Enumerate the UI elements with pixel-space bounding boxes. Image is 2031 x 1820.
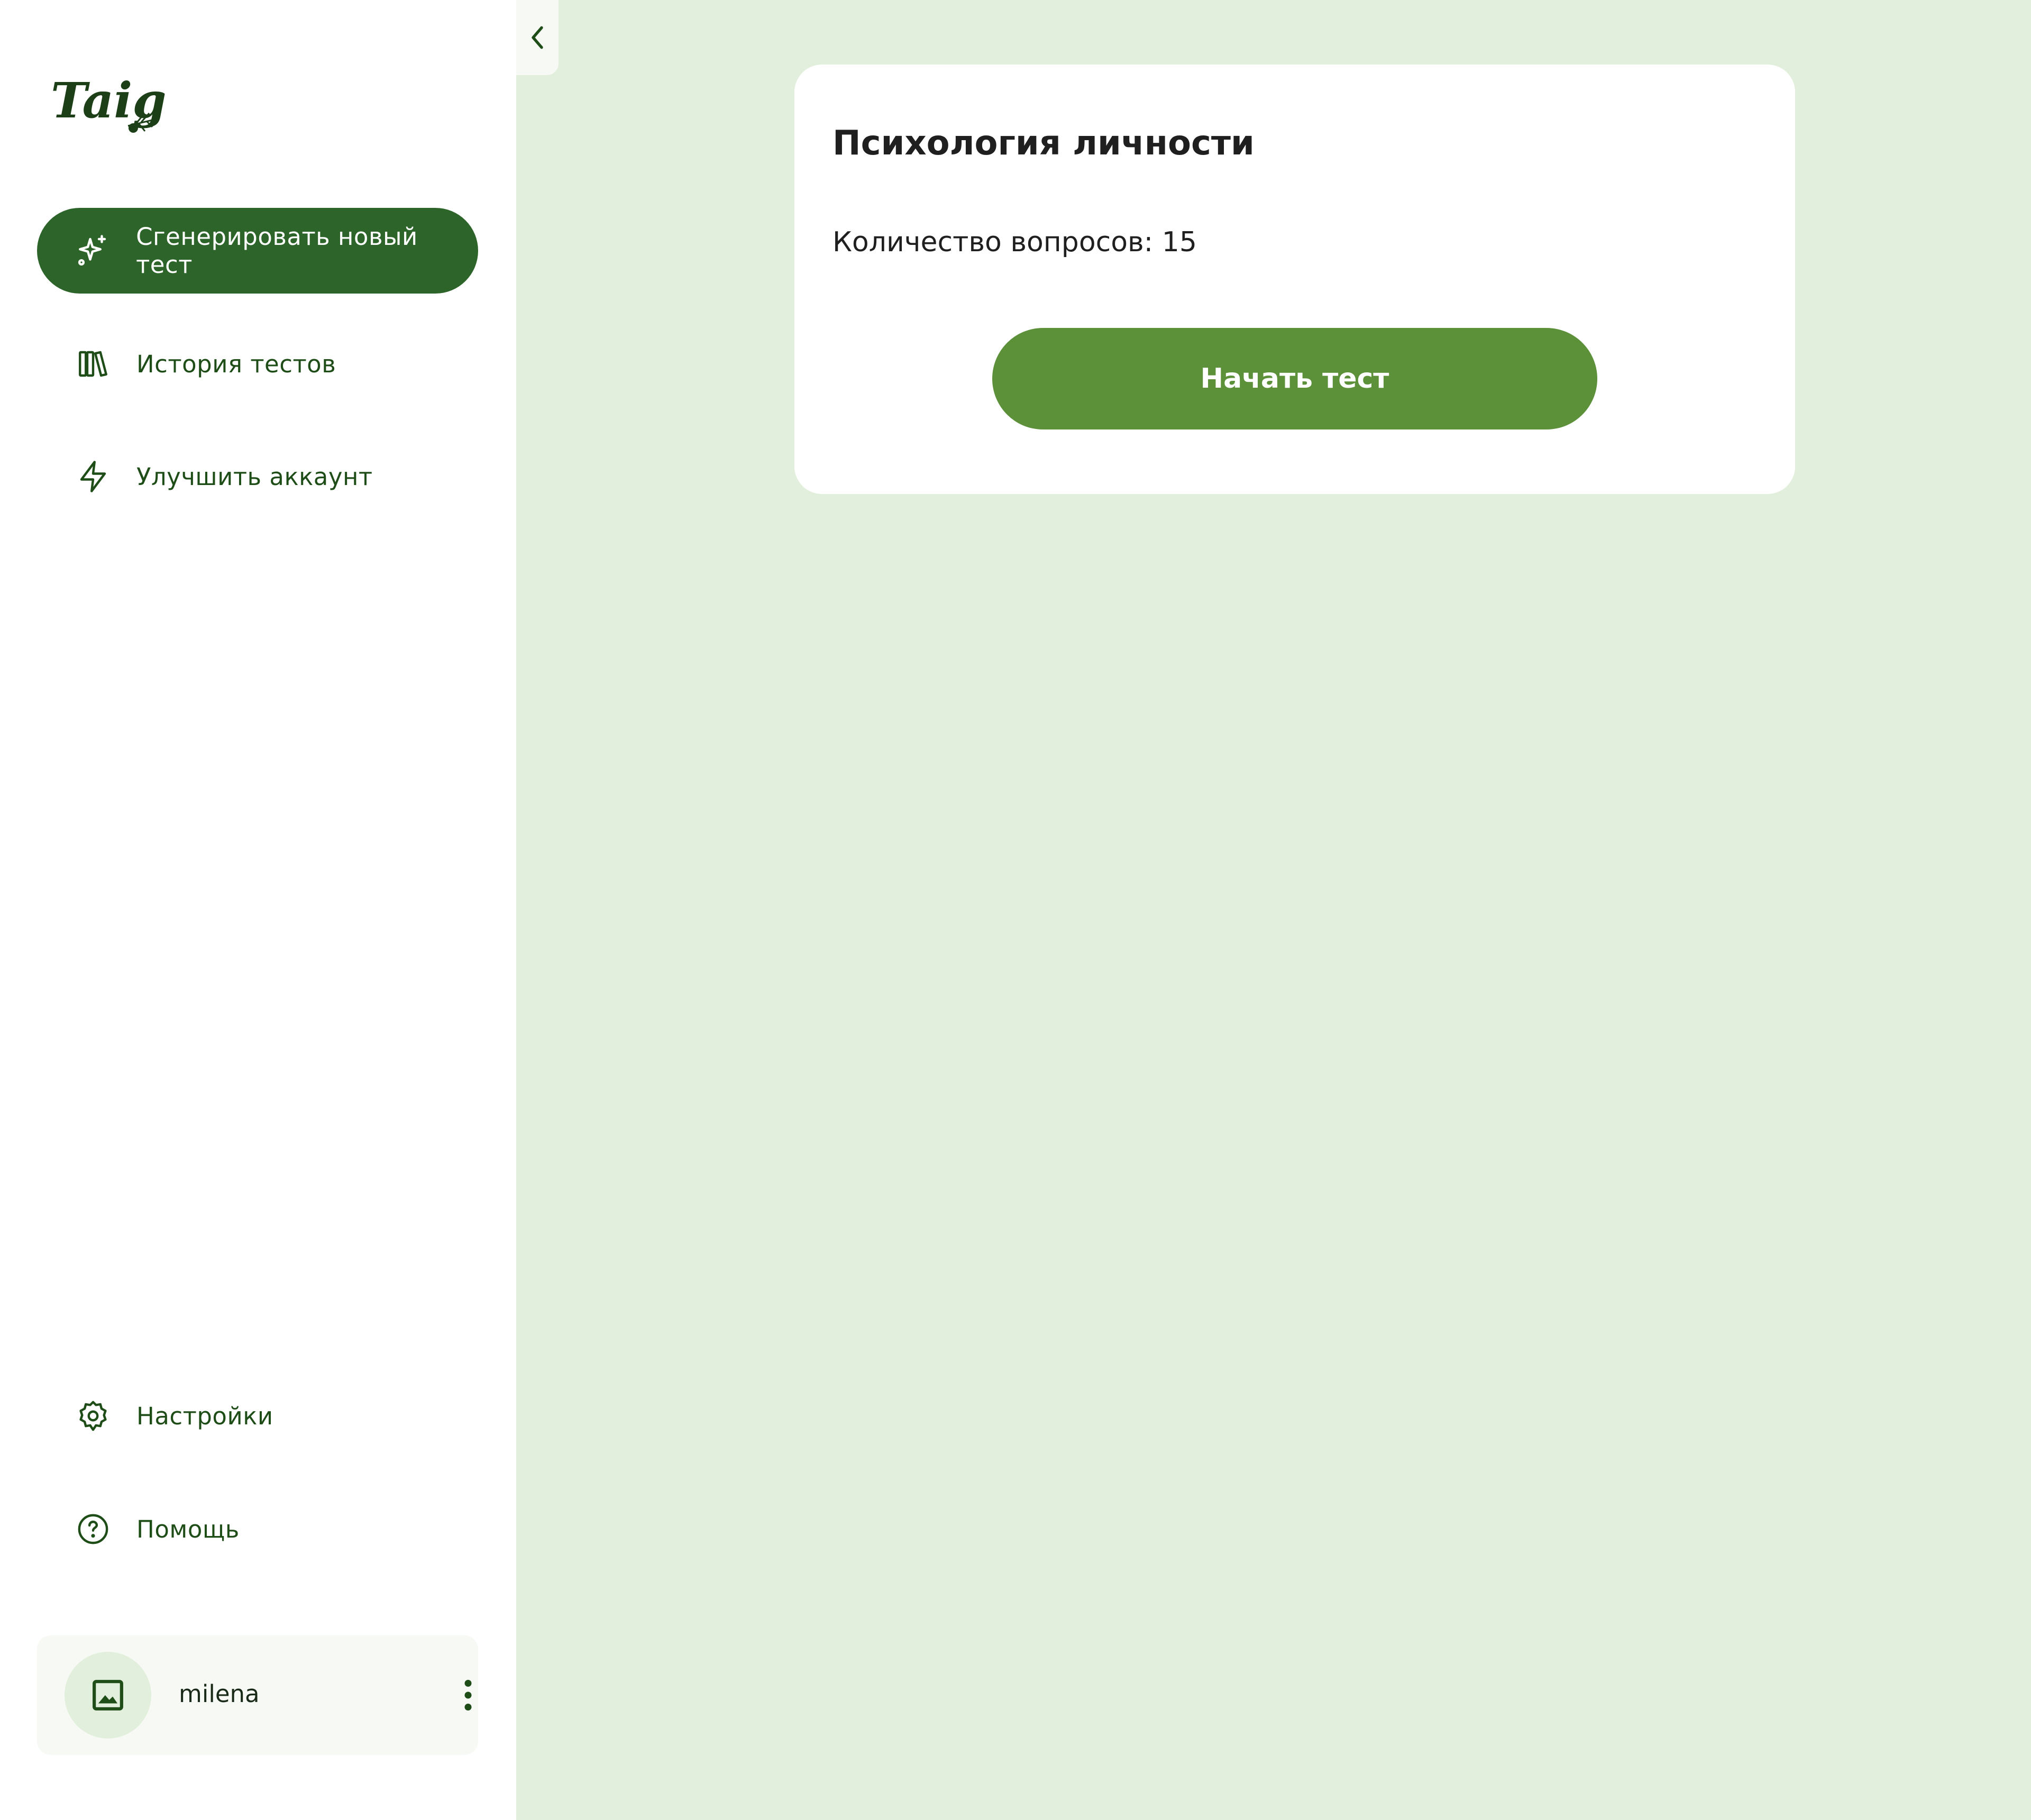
user-name: milena (179, 1680, 260, 1708)
sparkles-icon (72, 230, 114, 272)
collapse-sidebar-button[interactable] (516, 0, 559, 75)
question-count: Количество вопросов: 15 (832, 226, 1197, 258)
lightning-icon (72, 455, 114, 498)
sidebar: Taiga Сгенерировать новы (0, 0, 516, 1820)
image-placeholder-icon (93, 1680, 123, 1711)
start-test-button[interactable]: Начать тест (992, 328, 1597, 429)
sidebar-item-test-history[interactable]: История тестов (37, 321, 478, 407)
sidebar-item-help[interactable]: Помощь (37, 1486, 478, 1572)
sidebar-item-label: Сгенерировать новый тест (136, 223, 418, 279)
user-card[interactable]: milena (37, 1635, 478, 1755)
help-circle-icon (72, 1508, 114, 1550)
sidebar-item-label: Улучшить аккаунт (136, 462, 373, 491)
test-card: Психология личности Количество вопросов:… (794, 65, 1795, 494)
sidebar-item-label: Настройки (136, 1402, 273, 1430)
gear-icon (72, 1395, 114, 1437)
avatar[interactable] (65, 1652, 151, 1739)
app-root: Taiga Сгенерировать новы (0, 0, 2031, 1820)
test-title: Психология личности (832, 124, 1255, 163)
sidebar-item-generate-test[interactable]: Сгенерировать новый тест (37, 208, 478, 294)
sidebar-item-label: История тестов (136, 350, 336, 378)
sidebar-item-label: Помощь (136, 1515, 240, 1543)
library-icon (72, 343, 114, 385)
sidebar-item-upgrade-account[interactable]: Улучшить аккаунт (37, 434, 478, 519)
chevron-left-icon (532, 26, 543, 49)
sidebar-item-settings[interactable]: Настройки (37, 1373, 478, 1459)
more-vertical-icon[interactable] (450, 1677, 487, 1714)
taiga-logo[interactable]: Taiga (49, 69, 198, 138)
